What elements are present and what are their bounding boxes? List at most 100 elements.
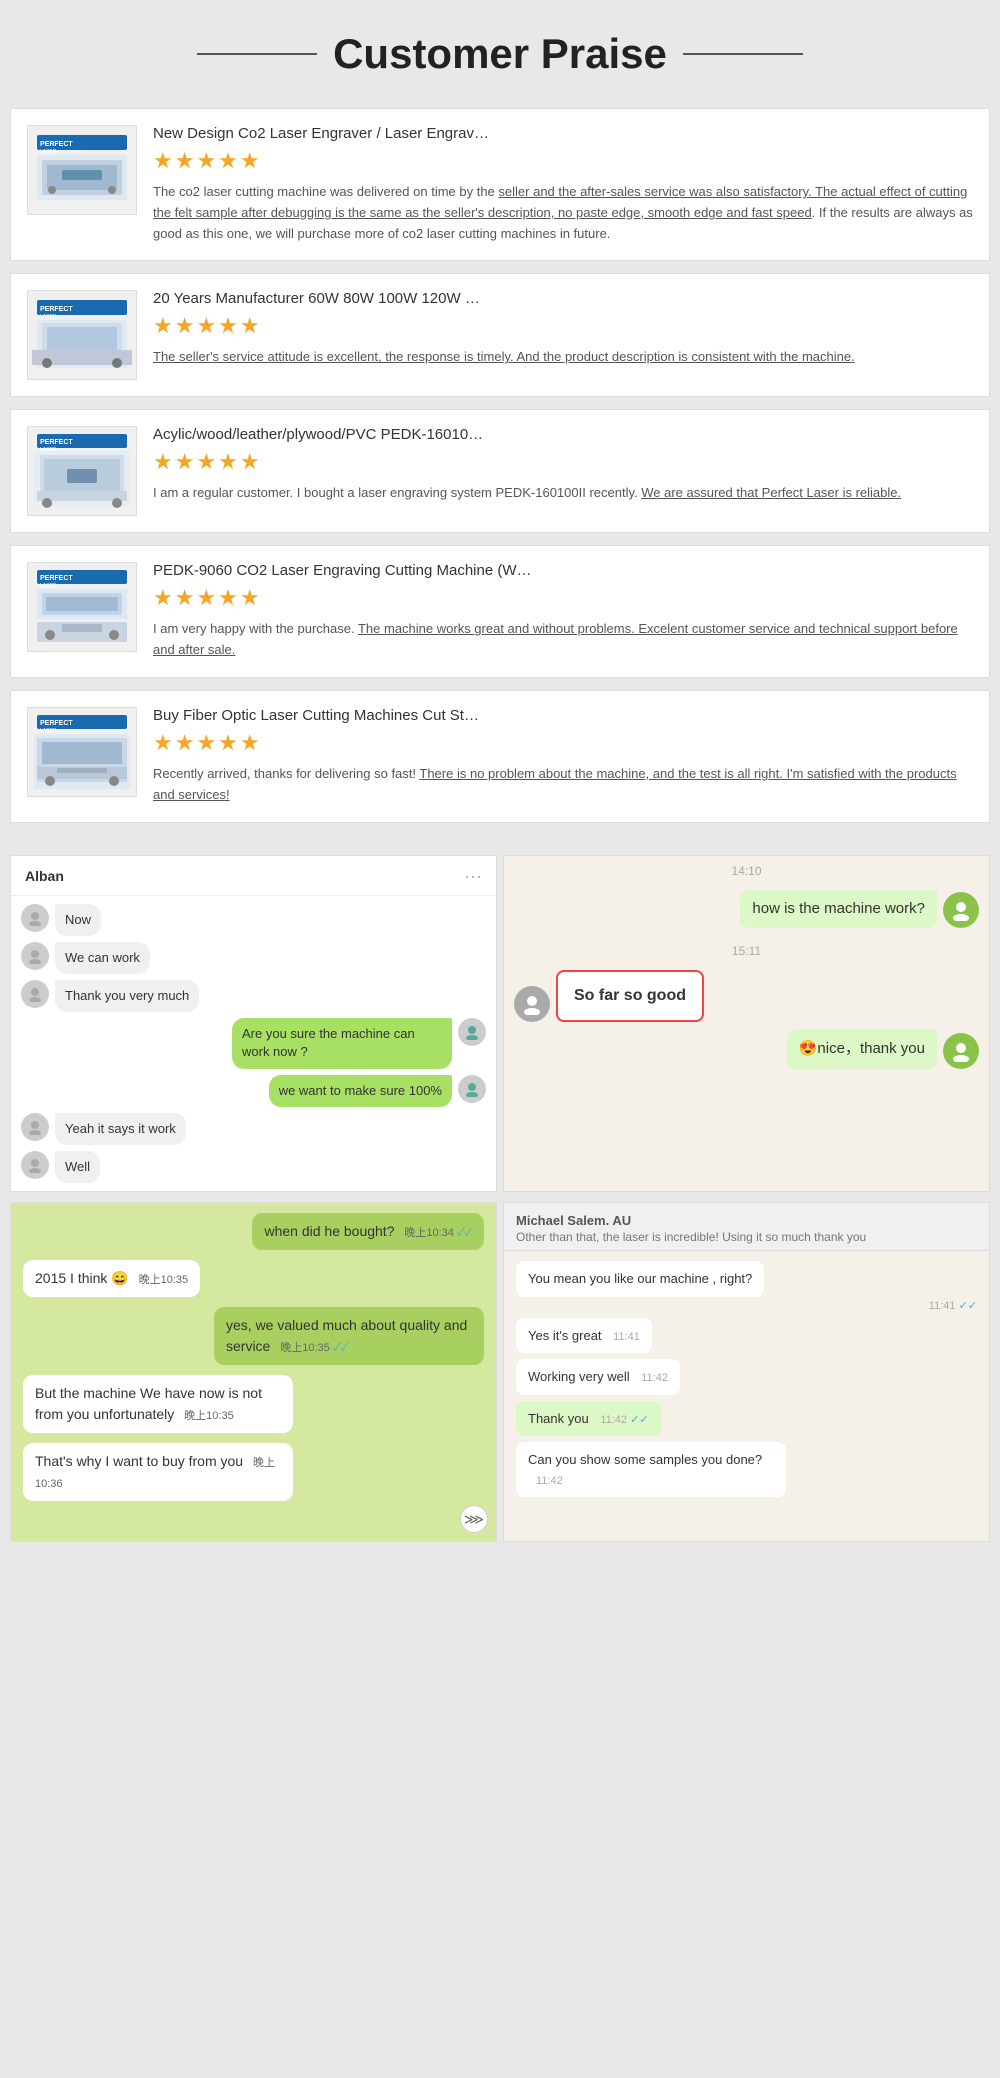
blmsg-1: when did he bought? 晚上10:34 ✓✓: [252, 1213, 484, 1250]
review-text-5: Recently arrived, thanks for delivering …: [153, 764, 973, 806]
right-bottom-header: Michael Salem. AU Other than that, the l…: [504, 1203, 989, 1251]
rbmsg-1: You mean you like our machine , right?: [516, 1261, 764, 1297]
stars-5: ★★★★★: [153, 730, 973, 756]
scroll-down-button[interactable]: ⋙: [460, 1505, 488, 1533]
customer-name: Michael Salem. AU: [516, 1213, 977, 1228]
rbmsg-text-2: Yes it's great: [528, 1328, 602, 1343]
chat-bubble-6: Yeah it says it work: [55, 1113, 186, 1145]
avatar-left-1: [21, 904, 49, 932]
blmsg-row-3: yes, we valued much about quality and se…: [23, 1307, 484, 1365]
review-content-5: Buy Fiber Optic Laser Cutting Machines C…: [153, 707, 973, 806]
stars-2: ★★★★★: [153, 313, 973, 339]
svg-text:LASER: LASER: [40, 728, 57, 734]
chat-bubble-3: Thank you very much: [55, 980, 199, 1012]
chat-contact-header: Alban ···: [11, 856, 496, 896]
blmsg-5: That's why I want to buy from you 晚上10:3…: [23, 1443, 293, 1501]
stars-4: ★★★★★: [153, 585, 973, 611]
review-text-underline-2: The seller's service attitude is excelle…: [153, 349, 855, 364]
rbmsg-text-4: Thank you: [528, 1411, 589, 1426]
stars-3: ★★★★★: [153, 449, 973, 475]
svg-text:PERFECT: PERFECT: [40, 575, 73, 582]
avatar-right-5: [458, 1075, 486, 1103]
rb-time-row-1: 11:41 ✓✓: [516, 1299, 977, 1312]
blmsg-2: 2015 I think 😄 晚上10:35: [23, 1260, 200, 1297]
page-header: Customer Praise: [0, 0, 1000, 98]
rbmsg-time-3: 11:42: [641, 1372, 668, 1384]
review-card-1: PERFECT LASER New Design Co2 Laser Engra…: [10, 108, 990, 261]
header-line-right: [683, 53, 803, 55]
review-title-2: 20 Years Manufacturer 60W 80W 100W 120W …: [153, 290, 973, 307]
review-card-4: PERFECT LASER PEDK-9060 CO2 Laser Engrav…: [10, 545, 990, 678]
rbmsg-3: Working very well 11:42: [516, 1359, 680, 1395]
review-text-plain-5: Recently arrived, thanks for delivering …: [153, 766, 419, 781]
rbmsg-row-2: Yes it's great 11:41: [516, 1318, 977, 1354]
review-image-4: PERFECT LASER: [27, 562, 137, 652]
blmsg-text-5: That's why I want to buy from you: [35, 1453, 243, 1469]
machine-icon-1: PERFECT LASER: [32, 130, 132, 210]
machine-icon-4: PERFECT LASER: [32, 567, 132, 647]
wchat-bubble-2: So far so good: [556, 970, 704, 1022]
customer-desc: Other than that, the laser is incredible…: [516, 1230, 977, 1244]
chat-messages-right: how is the machine work? 15:11 So far so…: [504, 882, 989, 1192]
review-image-2: PERFECT LASER: [27, 290, 137, 380]
chat-msg-row-5: we want to make sure 100%: [21, 1075, 486, 1107]
avatar-left-2: [21, 942, 49, 970]
rbmsg-time-4: 11:42 ✓✓: [600, 1414, 648, 1426]
review-text-2: The seller's service attitude is excelle…: [153, 347, 973, 368]
rbmsg-time-1: 11:41 ✓✓: [929, 1299, 977, 1312]
chat-section-bottom: when did he bought? 晚上10:34 ✓✓ 2015 I th…: [0, 1202, 1000, 1562]
review-content-4: PEDK-9060 CO2 Laser Engraving Cutting Ma…: [153, 562, 973, 661]
svg-text:PERFECT: PERFECT: [40, 439, 73, 446]
chat-msg-row-3: Thank you very much: [21, 980, 486, 1012]
header-line-left: [197, 53, 317, 55]
rbmsg-row-1: You mean you like our machine , right? 1…: [516, 1261, 977, 1312]
rbmsg-time-5: 11:42: [536, 1475, 563, 1487]
chat-panel-bottom-left: when did he bought? 晚上10:34 ✓✓ 2015 I th…: [10, 1202, 497, 1542]
blmsg-row-2: 2015 I think 😄 晚上10:35: [23, 1260, 484, 1297]
chat-contact-name: Alban: [25, 868, 64, 884]
chat-msg-row-6: Yeah it says it work: [21, 1113, 486, 1145]
rbmsg-text-5: Can you show some samples you done?: [528, 1452, 762, 1467]
review-image-1: PERFECT LASER: [27, 125, 137, 215]
wmsg-row-3: 😍nice，thank you: [514, 1030, 979, 1069]
chat-msg-row-4: Are you sure the machine can work now ?: [21, 1018, 486, 1068]
blmsg-row-5: That's why I want to buy from you 晚上10:3…: [23, 1443, 484, 1501]
review-text-3: I am a regular customer. I bought a lase…: [153, 483, 973, 504]
avatar-left-7: [21, 1151, 49, 1179]
chat-msg-row-1: Now: [21, 904, 486, 936]
review-content-1: New Design Co2 Laser Engraver / Laser En…: [153, 125, 973, 244]
svg-text:PERFECT: PERFECT: [40, 720, 73, 727]
wmsg-row-2: So far so good: [514, 970, 979, 1022]
blmsg-time-1: 晚上10:34 ✓✓: [404, 1227, 472, 1239]
review-text-underline-3: We are assured that Perfect Laser is rel…: [641, 485, 901, 500]
review-text-4: I am very happy with the purchase. The m…: [153, 619, 973, 661]
wchat-bubble-3: 😍nice，thank you: [787, 1030, 937, 1069]
blmsg-row-1: when did he bought? 晚上10:34 ✓✓: [23, 1213, 484, 1250]
blmsg-row-4: But the machine We have now is not from …: [23, 1375, 484, 1433]
chat-msg-row-7: Well: [21, 1151, 486, 1183]
review-image-5: PERFECT LASER: [27, 707, 137, 797]
bottom-left-messages: when did he bought? 晚上10:34 ✓✓ 2015 I th…: [11, 1203, 496, 1515]
rbmsg-time-2: 11:41: [613, 1331, 640, 1343]
wavatar-right-1: [943, 892, 979, 928]
rbmsg-4: Thank you 11:42 ✓✓: [516, 1401, 661, 1437]
chat-bubble-2: We can work: [55, 942, 150, 974]
rbmsg-2: Yes it's great 11:41: [516, 1318, 652, 1354]
svg-text:LASER: LASER: [40, 583, 57, 589]
review-content-2: 20 Years Manufacturer 60W 80W 100W 120W …: [153, 290, 973, 380]
review-card-2: PERFECT LASER 20 Years Manufacturer 60W …: [10, 273, 990, 397]
stars-1: ★★★★★: [153, 148, 973, 174]
svg-text:PERFECT: PERFECT: [40, 141, 73, 148]
blmsg-time-2: 晚上10:35: [139, 1274, 189, 1286]
chat-msg-row-2: We can work: [21, 942, 486, 974]
avatar-left-6: [21, 1113, 49, 1141]
rbmsg-text-3: Working very well: [528, 1369, 630, 1384]
chat-panel-right: 14:10 how is the machine work? 15:11 So …: [503, 855, 990, 1193]
blmsg-3: yes, we valued much about quality and se…: [214, 1307, 484, 1365]
review-title-4: PEDK-9060 CO2 Laser Engraving Cutting Ma…: [153, 562, 973, 579]
review-text-plain-1: The co2 laser cutting machine was delive…: [153, 184, 498, 199]
svg-text:LASER: LASER: [40, 149, 57, 155]
chat-bubble-7: Well: [55, 1151, 100, 1183]
chat-dots-icon[interactable]: ···: [464, 866, 482, 887]
chat-panel-bottom-right: Michael Salem. AU Other than that, the l…: [503, 1202, 990, 1542]
